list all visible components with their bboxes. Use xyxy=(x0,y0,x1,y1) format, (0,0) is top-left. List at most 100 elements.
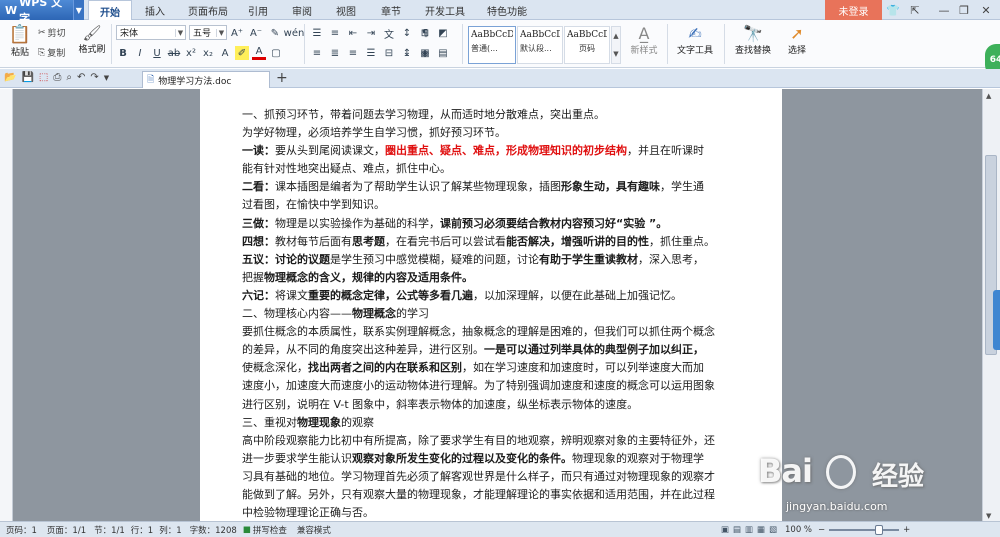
align-center-icon[interactable]: ≣ xyxy=(328,46,342,60)
zoom-out-icon[interactable]: − xyxy=(818,525,825,535)
font-size-select[interactable]: 五号 ▼ xyxy=(189,25,227,40)
scroll-up-icon[interactable]: ▲ xyxy=(986,92,991,100)
login-button[interactable]: 未登录 xyxy=(825,0,882,20)
sort-icon[interactable]: ↕ xyxy=(400,26,414,40)
format-painter-label: 格式刷 xyxy=(78,45,106,55)
clear-format-icon[interactable]: ✎ xyxy=(268,26,282,40)
status-words[interactable]: 字数：1208 xyxy=(190,524,237,536)
brush-icon: 🖌 xyxy=(82,24,102,42)
grid-icon[interactable]: ▤ xyxy=(436,46,450,60)
format-painter-button[interactable]: 🖌 格式刷 xyxy=(77,24,107,66)
align-right-icon[interactable]: ≡ xyxy=(346,46,360,60)
text-effect-icon[interactable]: A xyxy=(218,46,232,60)
table-icon[interactable]: ⊞ xyxy=(418,26,432,40)
shrink-font-icon[interactable]: A⁻ xyxy=(249,26,263,40)
style-scroll[interactable]: ▲ ▼ xyxy=(611,26,621,64)
justify-icon[interactable]: ☰ xyxy=(364,46,378,60)
tab-view[interactable]: 视图 xyxy=(329,0,363,20)
text-run: 进一步要求学生能认识 xyxy=(242,451,352,465)
maximize-icon[interactable]: ❐ xyxy=(955,2,973,18)
fill-icon[interactable]: ◈ xyxy=(418,46,432,60)
char-border-icon[interactable]: ▢ xyxy=(269,46,283,60)
chinese-layout-icon[interactable]: 文 xyxy=(382,26,396,41)
italic-icon[interactable]: I xyxy=(133,46,147,60)
shading-icon[interactable]: ◩ xyxy=(436,26,450,40)
paste-button[interactable]: 📋 粘贴 xyxy=(5,24,35,66)
document-body[interactable]: 一、抓预习环节，带着问题去学习物理，从而适时地分散难点，突出重点。 为学好物理，… xyxy=(242,106,744,521)
outdent-icon[interactable]: ⇤ xyxy=(346,26,360,40)
save-icon[interactable]: 💾 xyxy=(21,72,33,83)
grow-font-icon[interactable]: A⁺ xyxy=(230,26,244,40)
spell-check-icon: ■ xyxy=(242,524,251,535)
pinyin-icon[interactable]: wén xyxy=(284,26,305,40)
document-page[interactable]: 一、抓预习环节，带着问题去学习物理，从而适时地分散难点，突出重点。 为学好物理，… xyxy=(200,89,782,521)
open-icon[interactable]: 📂 xyxy=(4,72,16,83)
text-run: 能做到了解。另外，只有观察大量的物理现象，才能理解理论的事实依据和适用范围，并在… xyxy=(242,487,715,501)
bold-icon[interactable]: B xyxy=(116,46,130,60)
tab-home[interactable]: 开始 xyxy=(88,0,132,21)
zoom-slider-knob[interactable] xyxy=(875,524,884,535)
text-tools-button[interactable]: ✍ 文字工具 xyxy=(672,24,718,66)
chevron-down-icon[interactable]: ▼ xyxy=(104,74,109,82)
select-button[interactable]: ➚ 选择 xyxy=(780,24,814,66)
style-normal[interactable]: AaBbCcDd 普通(... xyxy=(468,26,516,64)
strikethrough-icon[interactable]: ab xyxy=(167,46,181,60)
restore-ribbon-icon[interactable]: ⇱ xyxy=(906,2,924,18)
text-run: 三做： xyxy=(242,216,275,230)
style-page-number[interactable]: AaBbCcDd 页码 xyxy=(564,26,610,64)
preview-icon[interactable]: ⌕ xyxy=(66,72,72,83)
numbered-list-icon[interactable]: ≡ xyxy=(328,26,342,40)
text-run: 三、重视对 xyxy=(242,415,297,429)
highlight-icon[interactable]: ✐ xyxy=(235,46,249,60)
find-replace-button[interactable]: 🔭 查找替换 xyxy=(730,24,776,66)
text-run: 五议： xyxy=(242,252,275,266)
minimize-icon[interactable]: — xyxy=(935,2,953,18)
undo-icon[interactable]: ↶ xyxy=(77,72,85,83)
bullet-list-icon[interactable]: ☰ xyxy=(310,26,324,40)
tab-page-layout[interactable]: 页面布局 xyxy=(183,0,233,20)
text-run: 物理是以实验操作为基础的科学， xyxy=(275,216,440,230)
zoom-slider[interactable] xyxy=(829,524,900,535)
align-left-icon[interactable]: ≡ xyxy=(310,46,324,60)
subscript-icon[interactable]: x₂ xyxy=(201,46,215,60)
tab-insert[interactable]: 插入 xyxy=(138,0,172,20)
tab-review[interactable]: 审阅 xyxy=(285,0,319,20)
underline-icon[interactable]: U xyxy=(150,46,164,60)
distribute-icon[interactable]: ⊟ xyxy=(382,46,396,60)
print-icon[interactable]: ⎙ xyxy=(53,72,61,83)
text-run: 物理概念的含义，规律的内容及适用条件。 xyxy=(264,270,473,284)
status-col: 列：1 xyxy=(159,525,182,536)
paragraph: 二、物理核心内容——物理概念的学习 xyxy=(242,305,744,323)
chevron-down-icon: ▼ xyxy=(175,28,185,37)
redo-icon[interactable]: ↷ xyxy=(90,72,98,83)
paragraph: 进一步要求学生能认识观察对象所发生变化的过程以及变化的条件。物理现象的观察对于物… xyxy=(242,450,744,468)
new-tab-plus-icon[interactable]: + xyxy=(276,70,288,86)
line-spacing-icon[interactable]: ↨ xyxy=(400,46,414,60)
copy-button[interactable]: ⎘ 复制 xyxy=(38,46,65,60)
zoom-level[interactable]: 100 % xyxy=(785,525,812,535)
chevron-down-icon[interactable]: ▼ xyxy=(72,0,84,20)
tab-features[interactable]: 特色功能 xyxy=(480,0,534,20)
doc-tab[interactable]: 🗎 物理学习方法.doc xyxy=(142,71,270,88)
new-style-button[interactable]: A̲ 新样式 xyxy=(624,24,664,66)
text-run: 的差异，从不同的角度突出这种差异，进行区别。 xyxy=(242,343,484,357)
paw-logo-icon xyxy=(826,455,856,489)
watermark-brand: Bai xyxy=(758,452,813,490)
cut-button[interactable]: ✂ 剪切 xyxy=(38,26,66,40)
side-panel-handle[interactable] xyxy=(993,290,1000,350)
spell-check-toggle[interactable]: 拼写检查 xyxy=(253,524,287,536)
tab-chapter[interactable]: 章节 xyxy=(374,0,408,20)
export-icon[interactable]: ⬚ xyxy=(39,72,48,83)
tab-developer[interactable]: 开发工具 xyxy=(418,0,472,20)
tab-references[interactable]: 引用 xyxy=(241,0,275,20)
text-run: 是学生预习中感觉模糊，疑难的问题，讨论 xyxy=(330,252,539,266)
font-color-icon[interactable]: A xyxy=(252,46,266,60)
close-icon[interactable]: ✕ xyxy=(977,2,995,18)
superscript-icon[interactable]: x² xyxy=(184,46,198,60)
indent-icon[interactable]: ⇥ xyxy=(364,26,378,40)
style-default-paragraph[interactable]: AaBbCcDd 默认段... xyxy=(517,26,563,64)
zoom-in-icon[interactable]: + xyxy=(903,525,910,535)
font-name-select[interactable]: 宋体 ▼ xyxy=(116,25,186,40)
app-menu-button[interactable]: W WPS 文字 ▼ xyxy=(0,0,84,25)
shirt-icon[interactable]: 👕 xyxy=(884,2,902,18)
